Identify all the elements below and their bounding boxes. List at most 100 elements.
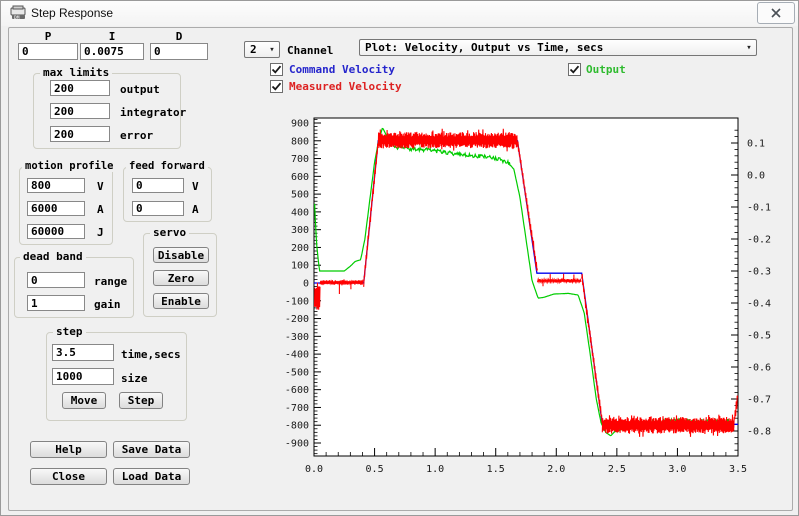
left-axis-tick-label: 800 [291,136,309,147]
x-axis-tick-label: 2.5 [608,464,626,475]
profile-jerk-field[interactable] [27,224,85,239]
right-axis-tick-label: -0.8 [747,427,771,438]
servo-zero-button[interactable]: Zero [153,270,209,286]
step-response-window: DM Step Response P I D 2 ▾ Channel Plot:… [0,0,799,516]
left-axis-tick-label: -200 [285,314,309,325]
right-axis-tick-label: -0.5 [747,331,771,342]
load-data-button[interactable]: Load Data [113,468,190,485]
command-velocity-checkbox[interactable] [270,63,283,76]
save-data-button[interactable]: Save Data [113,441,190,458]
command-velocity-label: Command Velocity [289,63,395,76]
right-axis-tick-label: -0.2 [747,235,771,246]
d-field[interactable] [150,43,208,60]
output-checkbox[interactable] [568,63,581,76]
chevron-down-icon: ▾ [265,45,279,55]
servo-title: servo [150,226,189,239]
plot-type-select[interactable]: Plot: Velocity, Output vs Time, secs ▾ [359,39,757,56]
measured-velocity-label: Measured Velocity [289,80,402,93]
check-icon [271,81,282,92]
step-time-label: time,secs [121,348,181,361]
x-axis-tick-label: 1.5 [487,464,505,475]
right-axis-tick-label: -0.7 [747,395,771,406]
feed-forward-group: feed forward V A [123,167,212,222]
x-axis-tick-label: 1.0 [426,464,444,475]
channel-select[interactable]: 2 ▾ [244,41,280,58]
ff-velocity-label: V [192,180,199,193]
help-button[interactable]: Help [30,441,107,458]
left-axis-tick-label: 400 [291,207,309,218]
profile-accel-field[interactable] [27,201,85,216]
close-button[interactable] [757,2,795,24]
deadband-range-label: range [94,275,127,288]
i-label: I [80,30,144,43]
check-icon [271,64,282,75]
step-button[interactable]: Step [119,392,163,409]
step-title: step [53,325,86,338]
right-axis-tick-label: 0.0 [747,171,765,182]
motion-profile-title: motion profile [22,160,117,172]
d-label: D [150,30,208,43]
close-dialog-button[interactable]: Close [30,468,107,485]
x-axis-tick-label: 0.0 [305,464,323,475]
ff-velocity-field[interactable] [132,178,184,193]
max-limits-group: max limits output integrator error [33,73,181,149]
ff-accel-field[interactable] [132,201,184,216]
plot-type-value: Plot: Velocity, Output vs Time, secs [360,41,742,54]
svg-text:DM: DM [14,15,20,21]
deadband-gain-label: gain [94,298,121,311]
left-axis-tick-label: -500 [285,367,309,378]
servo-disable-button[interactable]: Disable [153,247,209,263]
left-axis-tick-label: 100 [291,261,309,272]
measured-velocity-checkbox[interactable] [270,80,283,93]
max-output-field[interactable] [50,80,110,96]
channel-label: Channel [287,44,333,57]
left-axis-tick-label: -900 [285,439,309,450]
step-time-field[interactable] [52,344,114,361]
max-error-field[interactable] [50,126,110,142]
profile-velocity-field[interactable] [27,178,85,193]
servo-enable-button[interactable]: Enable [153,293,209,309]
left-axis-tick-label: -700 [285,403,309,414]
max-integrator-label: integrator [120,106,186,119]
left-axis-tick-label: 300 [291,225,309,236]
app-icon: DM [10,5,27,26]
left-axis-tick-label: 600 [291,172,309,183]
left-axis-tick-label: -400 [285,350,309,361]
close-icon [770,7,782,19]
right-axis-tick-label: -0.4 [747,299,771,310]
profile-jerk-label: J [97,226,104,239]
right-axis-tick-label: -0.3 [747,267,771,278]
max-output-label: output [120,83,160,96]
titlebar[interactable]: DM Step Response [1,1,798,26]
left-axis-tick-label: -600 [285,385,309,396]
x-axis-tick-label: 3.5 [729,464,747,475]
max-error-label: error [120,129,153,142]
output-label: Output [586,63,626,76]
right-axis-tick-label: -0.1 [747,203,771,214]
left-axis-tick-label: 500 [291,190,309,201]
left-axis-tick-label: 0 [303,279,309,290]
deadband-gain-field[interactable] [27,295,85,311]
window-title: Step Response [31,6,113,20]
motion-profile-group: motion profile V A J [19,167,113,245]
i-field[interactable] [80,43,144,60]
p-label: P [18,30,78,43]
step-response-plot: 9008007006005004003002001000-100-200-300… [284,111,784,483]
max-integrator-field[interactable] [50,103,110,119]
move-button[interactable]: Move [62,392,106,409]
step-size-label: size [121,372,148,385]
servo-group: servo Disable Zero Enable [143,233,217,317]
profile-velocity-label: V [97,180,104,193]
deadband-range-field[interactable] [27,272,85,288]
x-axis-tick-label: 2.0 [547,464,565,475]
left-axis-tick-label: 900 [291,119,309,130]
x-axis-tick-label: 3.0 [668,464,686,475]
check-icon [569,64,580,75]
left-axis-tick-label: -300 [285,332,309,343]
p-field[interactable] [18,43,78,60]
channel-value: 2 [245,43,265,56]
dead-band-title: dead band [20,250,86,263]
step-size-field[interactable] [52,368,114,385]
dead-band-group: dead band range gain [14,257,134,318]
left-axis-tick-label: -100 [285,296,309,307]
